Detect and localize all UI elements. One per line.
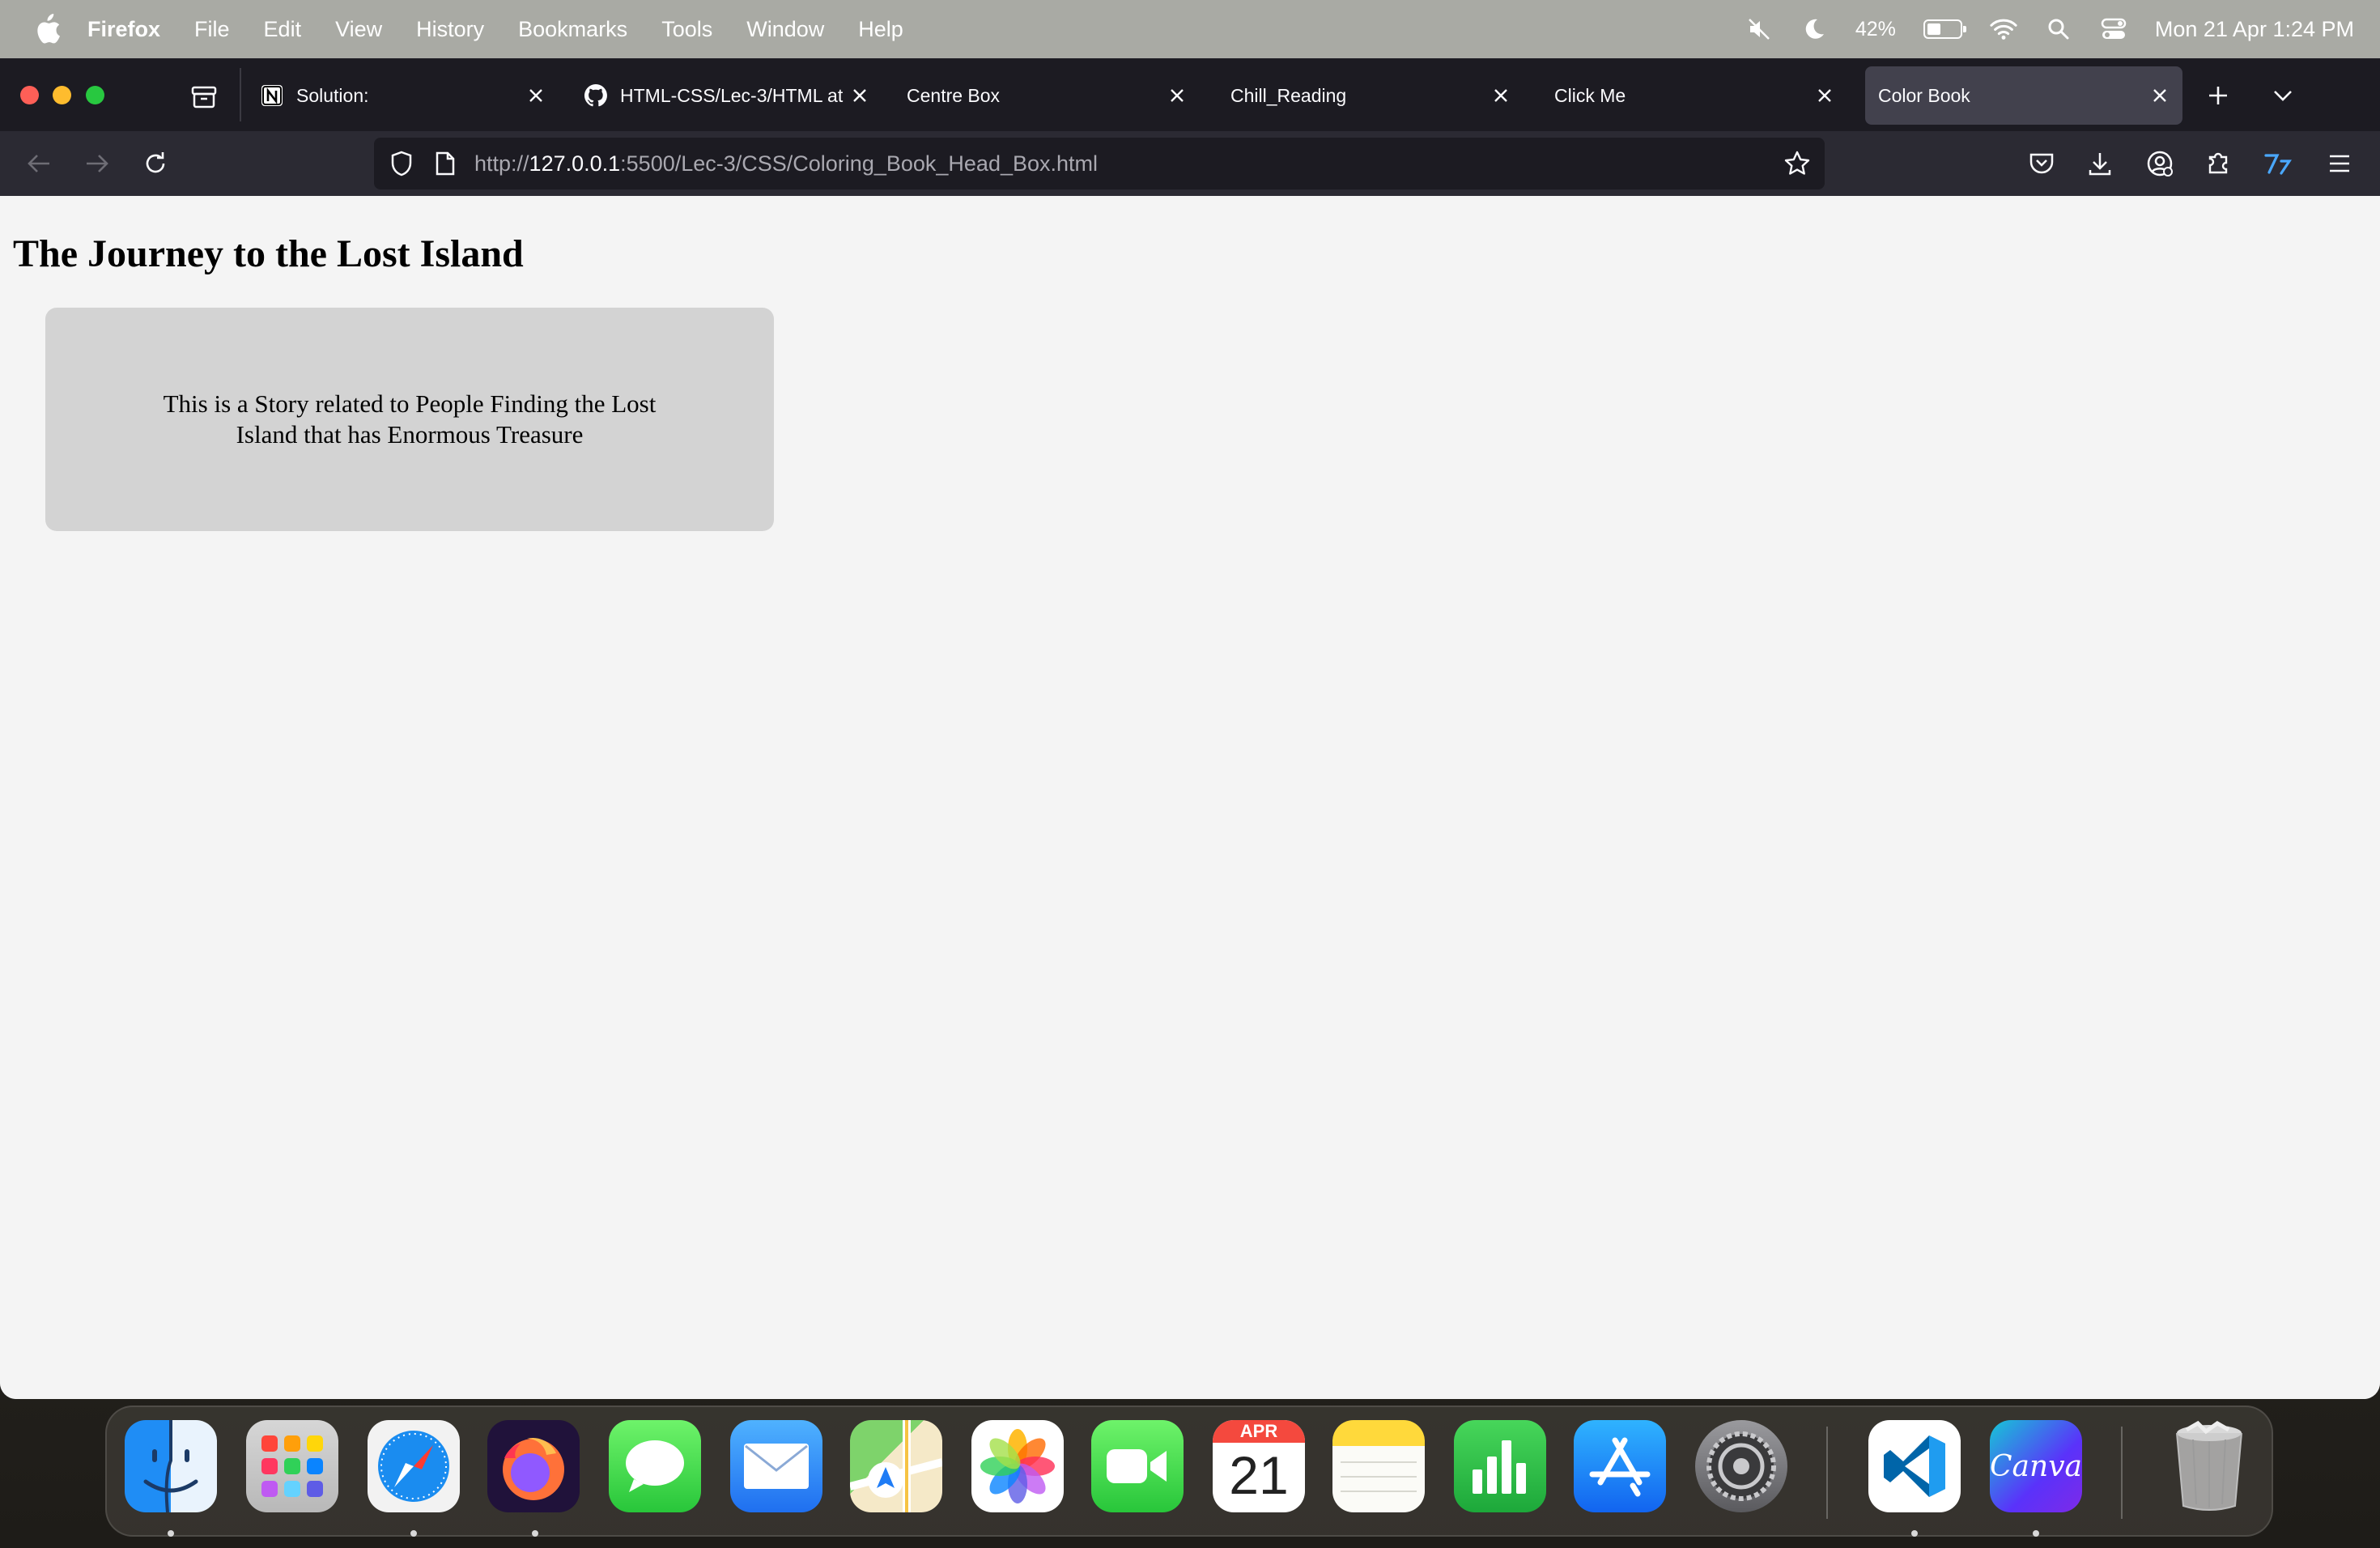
navigation-toolbar: http://127.0.0.1:5500/Lec-3/CSS/Coloring…	[0, 131, 2380, 196]
calendar-icon[interactable]: APR 21	[1213, 1420, 1305, 1512]
reload-icon[interactable]	[138, 146, 173, 181]
url-scheme: http://	[474, 151, 529, 176]
battery-percent: 42%	[1855, 17, 1896, 40]
list-all-tabs-chevron-icon[interactable]	[2265, 78, 2301, 113]
tab-color-book[interactable]: Color Book	[1865, 66, 2182, 125]
close-tab-icon[interactable]	[1162, 81, 1192, 110]
dock-divider	[1826, 1427, 1828, 1519]
running-indicator	[410, 1530, 417, 1537]
apple-menu-icon[interactable]	[31, 13, 63, 45]
close-tab-icon[interactable]	[845, 81, 874, 110]
address-bar[interactable]: http://127.0.0.1:5500/Lec-3/CSS/Coloring…	[374, 138, 1825, 189]
canva-icon[interactable]: Canva	[1990, 1420, 2082, 1512]
downloads-icon[interactable]	[2082, 146, 2118, 181]
tab-label: Solution:	[296, 84, 369, 106]
mute-icon[interactable]	[1745, 15, 1773, 43]
url-text[interactable]: http://127.0.0.1:5500/Lec-3/CSS/Coloring…	[474, 138, 1098, 189]
firefox-view-icon[interactable]	[188, 81, 220, 113]
account-icon[interactable]	[2142, 146, 2178, 181]
pocket-icon[interactable]	[2024, 146, 2059, 181]
photos-icon[interactable]	[971, 1420, 1064, 1512]
close-tab-icon[interactable]	[521, 81, 550, 110]
tab-label: Color Book	[1878, 84, 1970, 106]
web-page-content: The Journey to the Lost Island This is a…	[0, 196, 2380, 1399]
menu-clock[interactable]: Mon 21 Apr 1:24 PM	[2155, 17, 2354, 42]
menu-window[interactable]: Window	[746, 17, 824, 42]
menu-file[interactable]: File	[194, 17, 230, 42]
maps-icon[interactable]	[850, 1420, 942, 1512]
menu-app-name[interactable]: Firefox	[87, 17, 160, 42]
tab-separator	[240, 68, 241, 121]
back-arrow-icon[interactable]	[21, 146, 57, 181]
macos-menu-bar: Firefox File Edit View History Bookmarks…	[0, 0, 2380, 58]
bookmark-star-icon[interactable]	[1781, 147, 1813, 180]
close-tab-icon[interactable]	[1810, 81, 1839, 110]
menu-help[interactable]: Help	[858, 17, 903, 42]
tab-label: Centre Box	[907, 84, 1001, 106]
menu-view[interactable]: View	[335, 17, 382, 42]
notes-icon[interactable]	[1332, 1420, 1425, 1512]
extensions-puzzle-icon[interactable]	[2200, 146, 2236, 181]
running-indicator	[532, 1530, 538, 1537]
messages-icon[interactable]	[609, 1420, 701, 1512]
app-store-icon[interactable]	[1574, 1420, 1666, 1512]
battery-icon[interactable]	[1923, 19, 1966, 39]
control-center-icon[interactable]	[2100, 15, 2127, 43]
tab-label: HTML-CSS/Lec-3/HTML at	[620, 84, 844, 106]
tracking-protection-shield-icon[interactable]	[387, 149, 416, 178]
canva-wordmark: Canva	[1990, 1449, 2082, 1483]
window-minimize-button[interactable]	[53, 86, 71, 104]
running-indicator	[1911, 1530, 1918, 1537]
github-icon	[583, 83, 609, 108]
close-tab-icon[interactable]	[2145, 81, 2174, 110]
menu-tools[interactable]: Tools	[661, 17, 712, 42]
focus-moon-icon[interactable]	[1800, 15, 1828, 43]
tab-solution[interactable]: Solution:	[253, 66, 559, 125]
hamburger-menu-icon[interactable]	[2322, 146, 2357, 181]
running-indicator	[168, 1530, 174, 1537]
window-close-button[interactable]	[20, 86, 39, 104]
firefox-window: Solution: HTML-CSS/Lec-3/HTML at Centre …	[0, 58, 2380, 1399]
calendar-month: APR	[1213, 1420, 1305, 1443]
macos-dock: APR 21 Canva	[105, 1406, 2273, 1537]
new-tab-plus-icon[interactable]	[2200, 78, 2236, 113]
finder-icon[interactable]	[125, 1420, 217, 1512]
calendar-day: 21	[1229, 1445, 1289, 1505]
menu-history[interactable]: History	[416, 17, 484, 42]
tab-strip: Solution: HTML-CSS/Lec-3/HTML at Centre …	[0, 58, 2380, 131]
facetime-icon[interactable]	[1091, 1420, 1184, 1512]
window-fullscreen-button[interactable]	[86, 86, 104, 104]
url-host: 127.0.0.1	[529, 151, 621, 176]
numbers-icon[interactable]	[1454, 1420, 1546, 1512]
notion-icon	[259, 83, 285, 108]
trash-icon[interactable]	[2163, 1420, 2255, 1512]
tab-github[interactable]: HTML-CSS/Lec-3/HTML at	[576, 66, 876, 125]
page-heading: The Journey to the Lost Island	[13, 232, 524, 275]
vscode-icon[interactable]	[1868, 1420, 1961, 1512]
tab-label: Click Me	[1554, 84, 1626, 106]
tab-label: Chill_Reading	[1230, 84, 1347, 106]
spotlight-search-icon[interactable]	[2045, 15, 2072, 43]
dock-divider	[2121, 1427, 2123, 1519]
tab-centre-box[interactable]: Centre Box	[894, 66, 1200, 125]
mail-icon[interactable]	[730, 1420, 822, 1512]
page-info-icon[interactable]	[431, 149, 460, 178]
forward-arrow-icon[interactable]	[79, 146, 115, 181]
tab-chill-reading[interactable]: Chill_Reading	[1218, 66, 1524, 125]
url-path: :5500/Lec-3/CSS/Coloring_Book_Head_Box.h…	[620, 151, 1099, 176]
story-paragraph: This is a Story related to People Findin…	[163, 389, 657, 449]
launchpad-icon[interactable]	[246, 1420, 338, 1512]
close-tab-icon[interactable]	[1486, 81, 1515, 110]
wifi-icon[interactable]	[1990, 15, 2017, 43]
system-settings-icon[interactable]	[1695, 1420, 1787, 1512]
running-indicator	[2033, 1530, 2039, 1537]
translate-extension-icon[interactable]	[2260, 146, 2296, 181]
menu-bookmarks[interactable]: Bookmarks	[518, 17, 627, 42]
safari-icon[interactable]	[368, 1420, 460, 1512]
tab-click-me[interactable]: Click Me	[1541, 66, 1847, 125]
story-box: This is a Story related to People Findin…	[45, 308, 774, 531]
menu-edit[interactable]: Edit	[264, 17, 302, 42]
firefox-icon[interactable]	[487, 1420, 580, 1512]
